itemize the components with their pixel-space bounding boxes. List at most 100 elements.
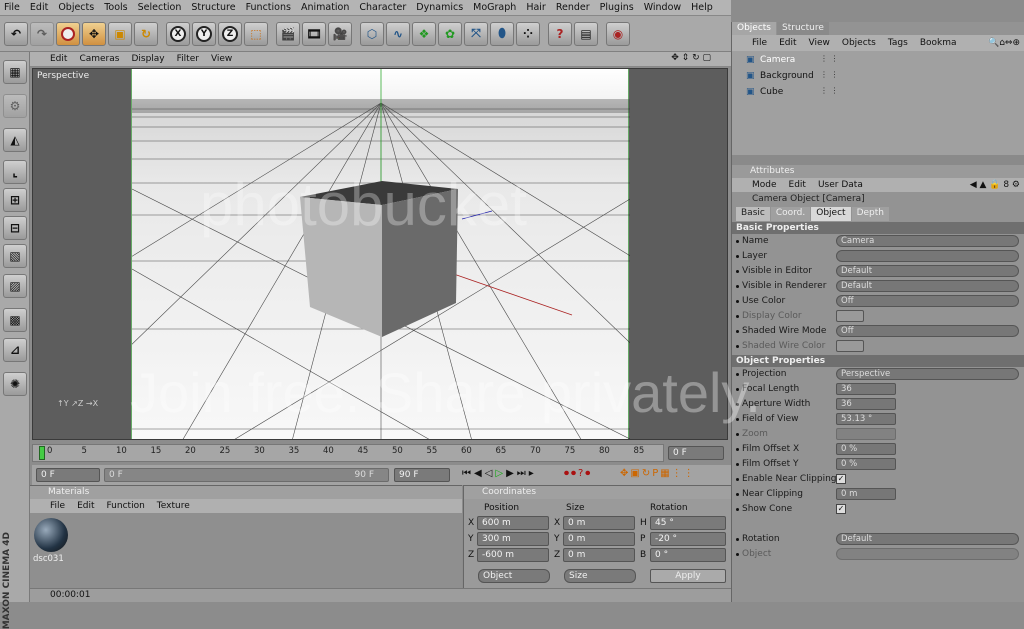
menu-help[interactable]: Help: [691, 2, 713, 13]
y-axis-lock-icon[interactable]: Y: [192, 21, 216, 46]
rotate-tool-icon[interactable]: ↻: [134, 21, 158, 46]
viewport-menu-display[interactable]: Display: [131, 54, 164, 64]
viewport-menu-edit[interactable]: Edit: [50, 54, 67, 64]
objects-menu-file[interactable]: File: [752, 38, 767, 48]
frame-range-slider[interactable]: 0 F 90 F: [104, 468, 389, 482]
menu-functions[interactable]: Functions: [246, 2, 291, 13]
texture-mode-icon[interactable]: ▨: [3, 274, 27, 298]
nurbs-icon[interactable]: ❖: [412, 21, 436, 46]
object-row-camera[interactable]: ▣ Camera ⋮ ⋮: [732, 53, 1024, 68]
playback-controls[interactable]: ⏮◀◁▷▶⏭▸: [462, 468, 537, 479]
animate-dot-icon[interactable]: [736, 508, 739, 511]
coordinate-mode-select[interactable]: Object: [478, 569, 550, 583]
layout-icon[interactable]: ▦: [3, 60, 27, 84]
menu-selection[interactable]: Selection: [138, 2, 182, 13]
attr-value[interactable]: 53.13 °: [836, 413, 896, 425]
attr-value[interactable]: [836, 250, 1019, 262]
render-picture-viewer-icon[interactable]: 🎞: [302, 21, 326, 46]
objects-menu-edit[interactable]: Edit: [779, 38, 796, 48]
spline-pen-icon[interactable]: ∿: [386, 21, 410, 46]
live-selection-icon[interactable]: [56, 21, 80, 46]
object-mode-icon[interactable]: ◭: [3, 128, 27, 152]
viewport-nav-icons[interactable]: ✥ ⇕ ↻ ▢: [671, 53, 711, 63]
animate-dot-icon[interactable]: [736, 255, 739, 258]
menu-hair[interactable]: Hair: [526, 2, 546, 13]
attr-value[interactable]: Off: [836, 295, 1019, 307]
rotation-field[interactable]: 0 °: [650, 548, 726, 562]
animate-dot-icon[interactable]: [736, 403, 739, 406]
visibility-dots-icon[interactable]: ⋮ ⋮: [820, 54, 839, 63]
animate-dot-icon[interactable]: [736, 433, 739, 436]
workplane-icon[interactable]: ⊿: [3, 338, 27, 362]
attr-value[interactable]: 36: [836, 383, 896, 395]
animate-dot-icon[interactable]: [736, 478, 739, 481]
checkerboard-icon[interactable]: ▩: [3, 308, 27, 332]
menu-character[interactable]: Character: [359, 2, 406, 13]
objects-menu-tags[interactable]: Tags: [888, 38, 908, 48]
help-icon[interactable]: ?: [548, 21, 572, 46]
tab-object[interactable]: Object: [811, 207, 851, 221]
move-tool-icon[interactable]: ✥: [82, 21, 106, 46]
web-icon[interactable]: ◉: [606, 21, 630, 46]
objects-menu-view[interactable]: View: [809, 38, 830, 48]
z-axis-lock-icon[interactable]: Z: [218, 21, 242, 46]
redo-icon[interactable]: ↷: [30, 21, 54, 46]
attr-value[interactable]: Default: [836, 265, 1019, 277]
animate-dot-icon[interactable]: [736, 240, 739, 243]
rotation-field[interactable]: 45 °: [650, 516, 726, 530]
objects-search-icon[interactable]: 🔍⌂⇔⊕: [988, 38, 1020, 48]
menu-file[interactable]: File: [4, 2, 20, 13]
menu-structure[interactable]: Structure: [191, 2, 235, 13]
start-frame-field[interactable]: 0 F: [36, 468, 100, 482]
position-field[interactable]: -600 m: [477, 548, 549, 562]
menu-dynamics[interactable]: Dynamics: [416, 2, 463, 13]
menu-plugins[interactable]: Plugins: [600, 2, 634, 13]
animate-dot-icon[interactable]: [736, 285, 739, 288]
attributes-menu-userdata[interactable]: User Data: [818, 180, 863, 190]
undo-icon[interactable]: ↶: [4, 21, 28, 46]
attr-value[interactable]: 0 m: [836, 488, 896, 500]
attributes-nav-icons[interactable]: ◀ ▲ 🔒 8 ⚙: [970, 180, 1020, 190]
particle-icon[interactable]: ⁘: [516, 21, 540, 46]
menu-render[interactable]: Render: [556, 2, 590, 13]
attr-color-swatch[interactable]: [836, 340, 864, 352]
tab-structure[interactable]: Structure: [777, 22, 829, 35]
x-axis-lock-icon[interactable]: X: [166, 21, 190, 46]
apply-button[interactable]: Apply: [650, 569, 726, 583]
animate-dot-icon[interactable]: [736, 553, 739, 556]
viewport-menu-cameras[interactable]: Cameras: [79, 54, 119, 64]
attributes-menu-edit[interactable]: Edit: [789, 180, 806, 190]
attr-value[interactable]: [836, 548, 1019, 560]
polygons-mode-icon[interactable]: ▧: [3, 244, 27, 268]
menu-edit[interactable]: Edit: [30, 2, 48, 13]
viewport-menu-filter[interactable]: Filter: [177, 54, 199, 64]
objects-menu-bookmarks[interactable]: Bookma: [920, 38, 957, 48]
animate-dot-icon[interactable]: [736, 373, 739, 376]
attr-value[interactable]: [836, 428, 896, 440]
size-field[interactable]: 0 m: [563, 548, 635, 562]
record-controls[interactable]: ⏺⏺?⏺: [564, 468, 592, 479]
tab-coord[interactable]: Coord.: [770, 207, 811, 221]
size-mode-select[interactable]: Size: [564, 569, 636, 583]
menu-window[interactable]: Window: [644, 2, 681, 13]
points-mode-icon[interactable]: ⊞: [3, 188, 27, 212]
materials-menu-file[interactable]: File: [50, 501, 65, 511]
visibility-dots-icon[interactable]: ⋮ ⋮: [820, 70, 839, 79]
rotation-field[interactable]: -20 °: [650, 532, 726, 546]
position-field[interactable]: 300 m: [477, 532, 549, 546]
cube-primitive-icon[interactable]: ⬡: [360, 21, 384, 46]
coordinate-system-icon[interactable]: ⬚: [244, 21, 268, 46]
visibility-dots-icon[interactable]: ⋮ ⋮: [820, 86, 839, 95]
animate-dot-icon[interactable]: [736, 270, 739, 273]
menu-tools[interactable]: Tools: [104, 2, 127, 13]
render-view-icon[interactable]: 🎬: [276, 21, 300, 46]
model-mode-icon[interactable]: ⚙: [3, 94, 27, 118]
axis-mode-icon[interactable]: ⌞: [3, 160, 27, 184]
scene-object-icon[interactable]: ⬮: [490, 21, 514, 46]
menu-animation[interactable]: Animation: [301, 2, 349, 13]
character-icon[interactable]: ✺: [3, 372, 27, 396]
attr-value[interactable]: Default: [836, 280, 1019, 292]
current-frame-field[interactable]: 0 F: [668, 446, 724, 460]
script-icon[interactable]: ▤: [574, 21, 598, 46]
animate-dot-icon[interactable]: [736, 493, 739, 496]
